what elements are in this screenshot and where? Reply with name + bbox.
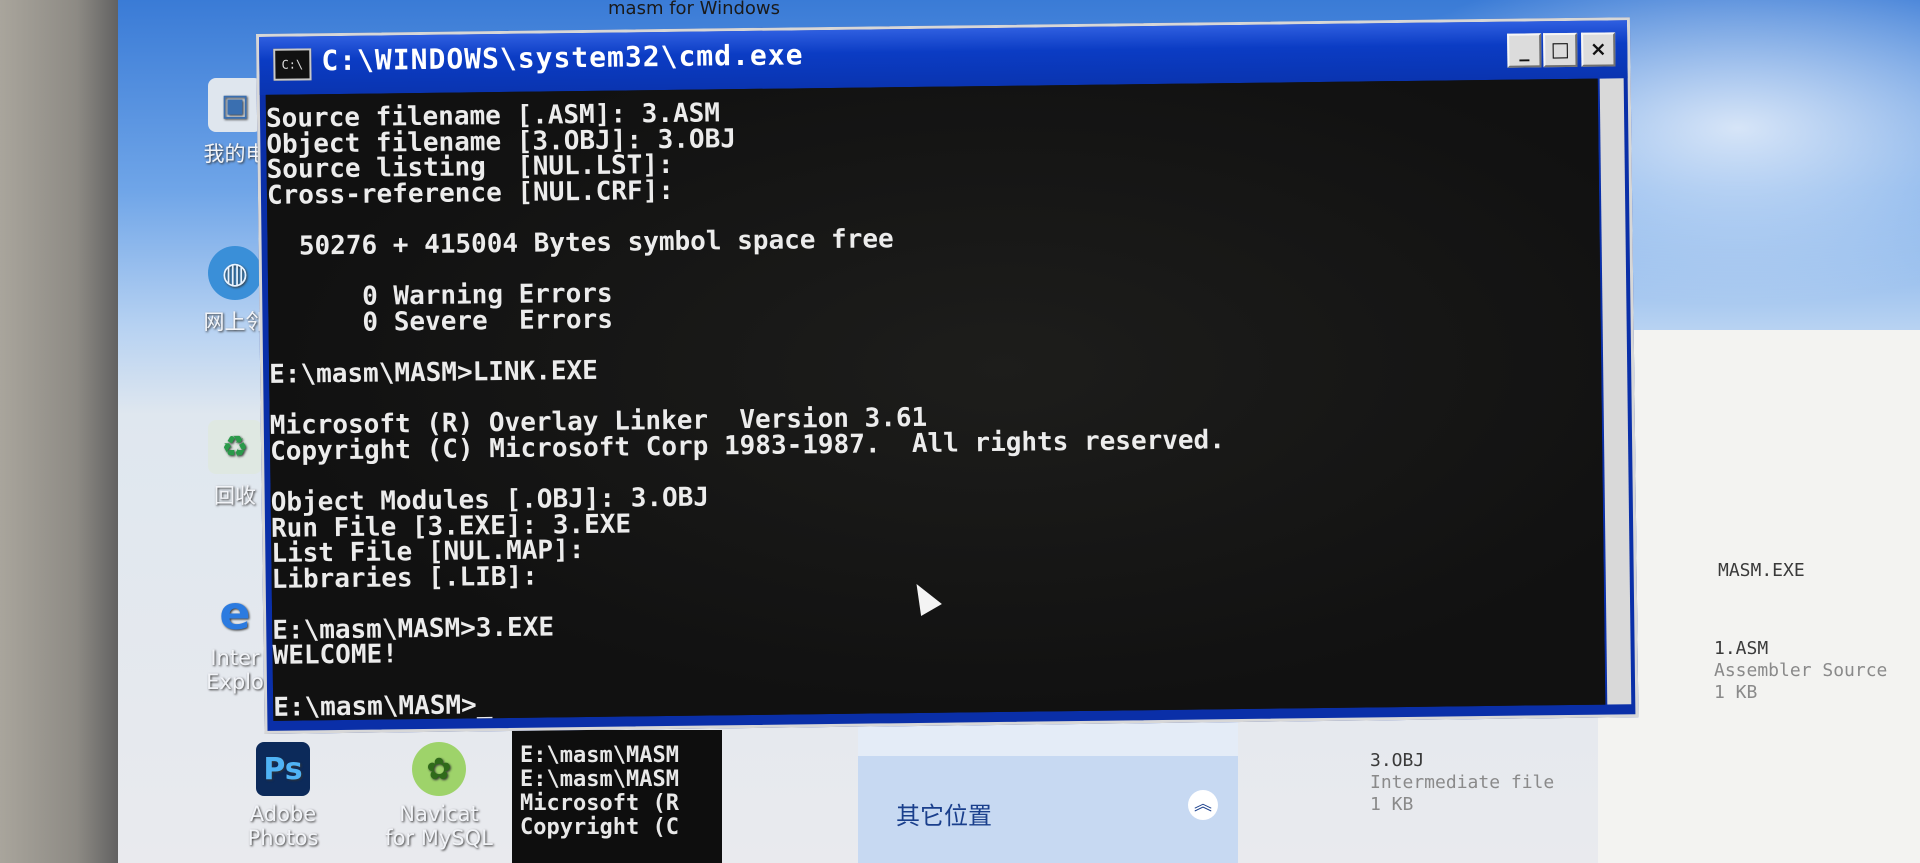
console-line: Copyright (C (520, 815, 679, 840)
file-3-obj[interactable]: 3.OBJ Intermediate file 1 KB (1370, 750, 1554, 816)
file-name: 3.OBJ (1370, 750, 1425, 771)
file-type: Assembler Source (1714, 660, 1888, 681)
console-line: Microsoft (R (520, 791, 679, 816)
background-console[interactable]: E:\masm\MASM E:\masm\MASM Microsoft (R C… (512, 730, 722, 863)
photoshop-icon: Ps (256, 742, 310, 796)
network-icon: ◍ (208, 246, 262, 300)
desktop-icon-label: Adobe Photos (247, 802, 319, 850)
internet-explorer-icon: e (219, 586, 251, 640)
navicat-icon: ✿ (412, 742, 466, 796)
other-places-header[interactable]: 其它位置 (896, 796, 992, 831)
maximize-button[interactable]: □ (1543, 32, 1578, 68)
file-1-asm[interactable]: 1.ASM Assembler Source 1 KB (1714, 638, 1887, 704)
desktop-icon-navicat[interactable]: ✿ Navicat for MySQL (384, 742, 494, 850)
minimize-button[interactable]: _ (1507, 33, 1542, 68)
collapse-chevron-icon[interactable]: ︽ (1188, 790, 1218, 820)
file-type: Intermediate file (1370, 772, 1555, 793)
console-app-icon[interactable]: C:\ (273, 48, 312, 81)
my-computer-icon: ▣ (208, 78, 262, 132)
console-output[interactable]: Source filename [.ASM]: 3.ASM Object file… (265, 78, 1606, 721)
console-line: E:\masm\MASM (520, 767, 679, 792)
file-size: 1 KB (1714, 682, 1758, 703)
window-title: C:\WINDOWS\system32\cmd.exe (321, 38, 804, 78)
recycle-bin-icon: ♻ (208, 420, 262, 474)
desktop-label-masm: masm for Windows (608, 0, 781, 19)
close-button[interactable]: × (1581, 32, 1616, 67)
vertical-scrollbar[interactable] (1599, 78, 1632, 705)
file-size: 1 KB (1370, 794, 1414, 815)
desktop-icon-label: Navicat for MySQL (385, 802, 493, 850)
file-name: 1.ASM (1714, 638, 1769, 659)
console-line: E:\masm\MASM (520, 743, 679, 768)
explorer-pane: MASM.EXE asm 1.ASM Assembler Source 1 KB… (1370, 330, 1920, 863)
file-masm-exe[interactable]: MASM.EXE (1718, 560, 1805, 582)
file-name: MASM.EXE (1718, 560, 1805, 581)
cmd-window[interactable]: C:\ C:\WINDOWS\system32\cmd.exe _ □ × So… (256, 17, 1639, 734)
desktop-icon-photoshop[interactable]: Ps Adobe Photos (228, 742, 338, 850)
